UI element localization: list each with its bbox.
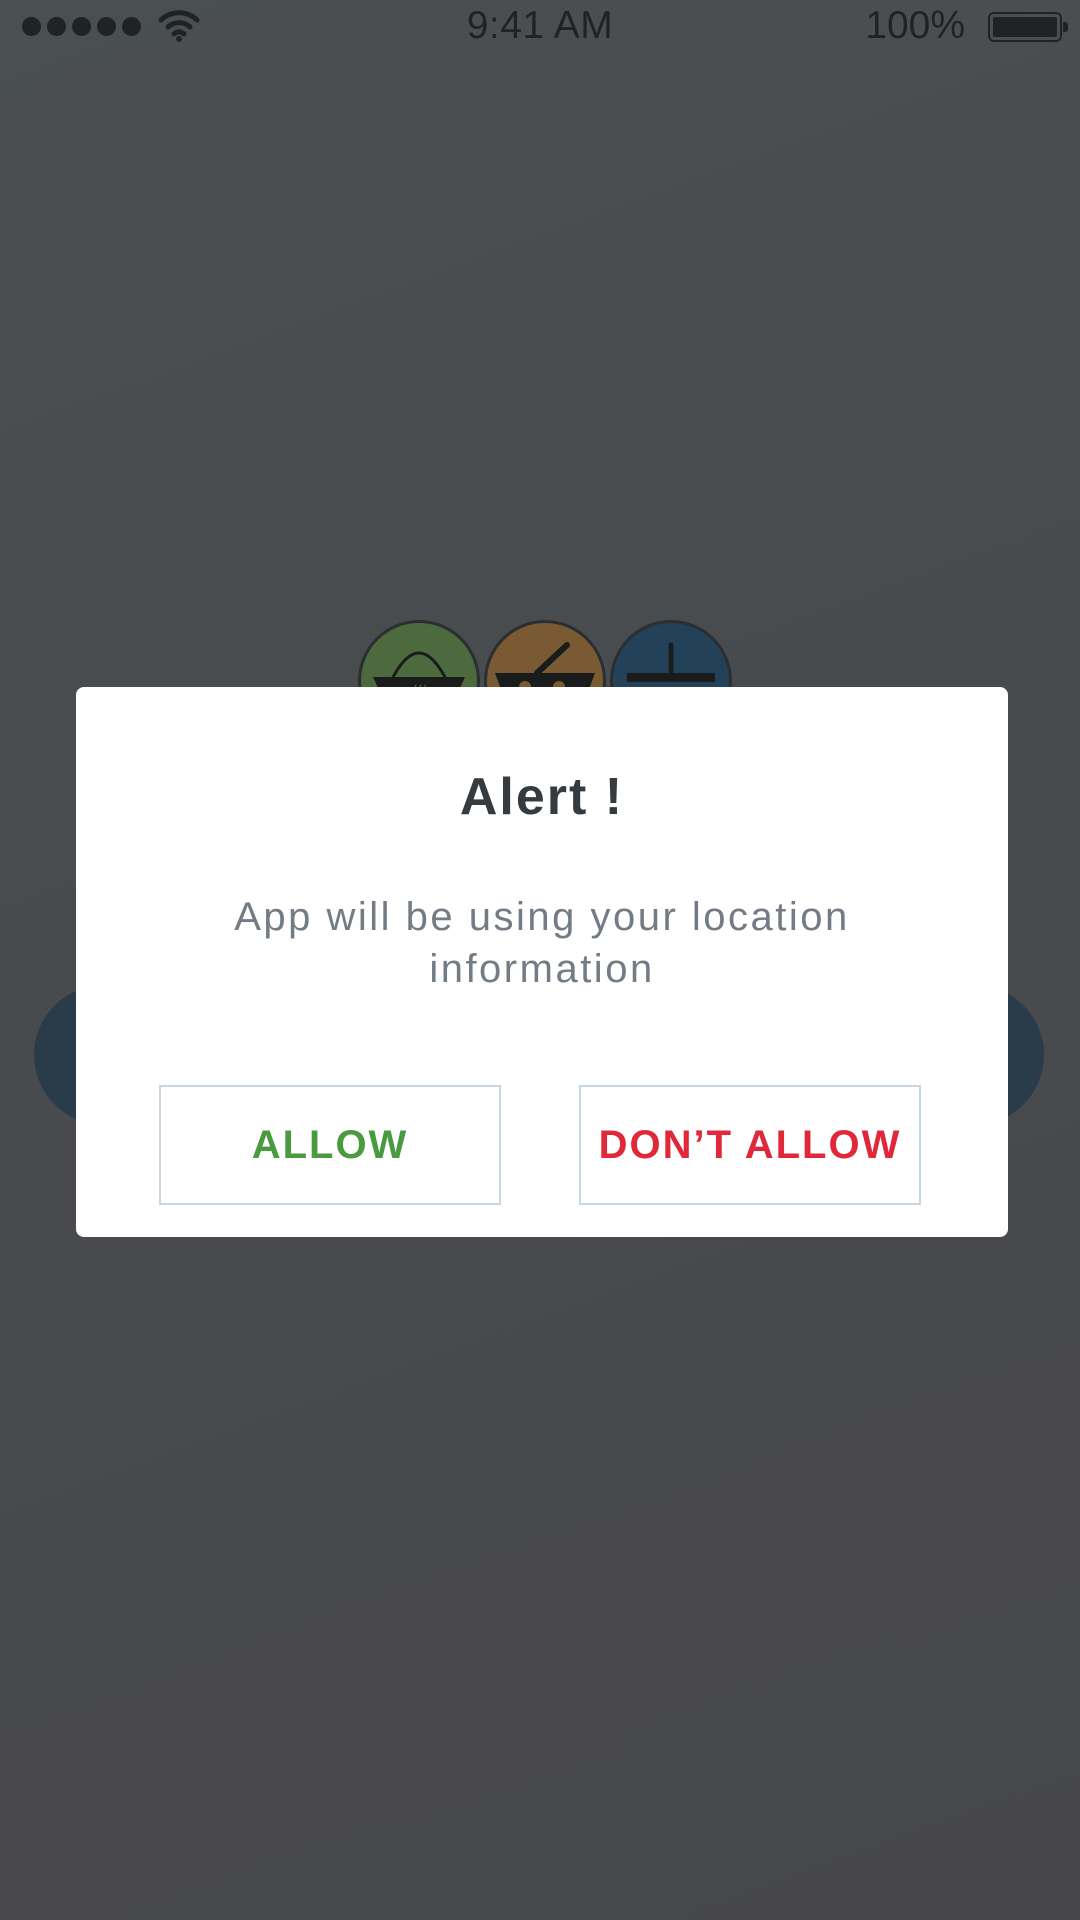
battery-percent: 100% [865, 4, 965, 47]
status-bar: 9:41 AM 100% [0, 0, 1080, 54]
allow-button[interactable]: ALLOW [159, 1085, 501, 1205]
alert-message: App will be using your location informat… [234, 895, 850, 991]
dont-allow-button[interactable]: DON’T ALLOW [579, 1085, 921, 1205]
alert-title: Alert ! [459, 768, 625, 826]
battery-icon [988, 12, 1068, 42]
alert-dialog: Alert ! App will be using your location … [76, 687, 1008, 1237]
